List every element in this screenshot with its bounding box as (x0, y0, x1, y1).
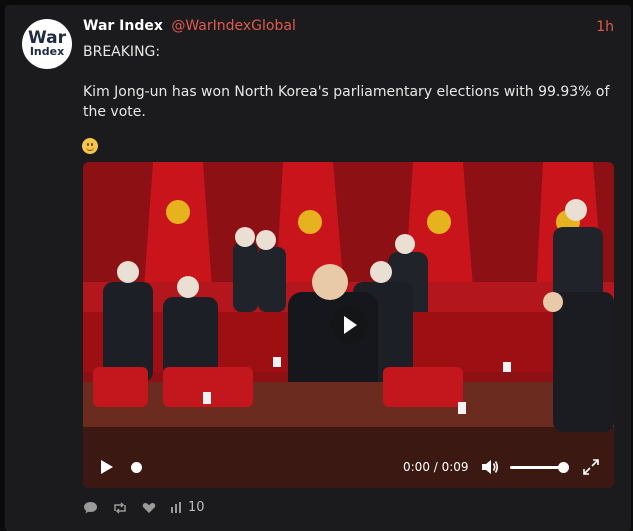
views-icon (171, 502, 181, 513)
views-button[interactable]: 10 (170, 500, 205, 515)
volume-slider-knob[interactable] (558, 462, 569, 473)
post-text: BREAKING: Kim Jong-un has won North Kore… (83, 42, 623, 122)
post-actions: 10 (83, 500, 219, 515)
reply-button[interactable] (83, 501, 98, 514)
avatar-logo-text-line2: Index (29, 45, 65, 58)
volume-icon[interactable] (481, 459, 499, 475)
post-timestamp[interactable]: 1h (596, 19, 614, 35)
post-header: War Index @WarIndexGlobal (83, 18, 296, 34)
video-controls: 0:00 / 0:09 (83, 446, 614, 488)
play-icon[interactable] (101, 460, 113, 474)
post-text-body: Kim Jong-un has won North Korea's parlia… (83, 84, 610, 120)
progress-scrubber[interactable] (131, 462, 142, 473)
repost-button[interactable] (112, 501, 128, 514)
avatar[interactable]: War Index (22, 19, 72, 69)
views-count: 10 (188, 500, 205, 515)
volume-slider[interactable] (510, 466, 562, 469)
center-play-button[interactable] (330, 306, 368, 344)
smiling-face-icon (82, 138, 98, 154)
like-icon (142, 502, 156, 513)
post-text-line-breaking: BREAKING: (83, 44, 161, 60)
repost-icon (114, 501, 126, 514)
like-button[interactable] (142, 502, 156, 514)
reply-icon (84, 502, 97, 514)
fullscreen-icon[interactable] (583, 459, 599, 475)
author-handle[interactable]: @WarIndexGlobal (171, 18, 295, 34)
video-time: 0:00 / 0:09 (403, 460, 469, 474)
author-name[interactable]: War Index (83, 18, 163, 34)
avatar-logo-text-line1: War (27, 28, 66, 48)
